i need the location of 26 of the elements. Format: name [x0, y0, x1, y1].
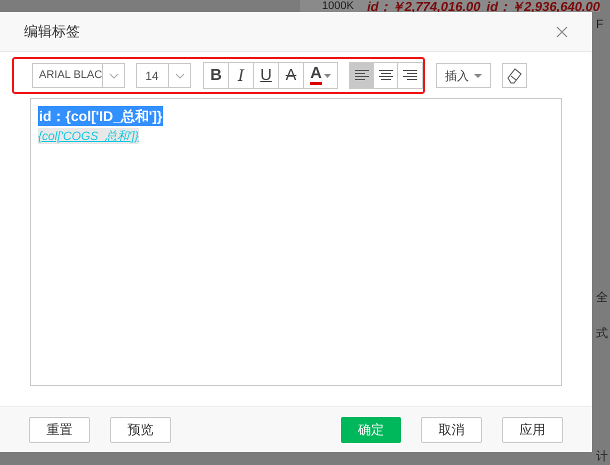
background-text: 计 — [596, 448, 609, 465]
dialog-button[interactable]: 应用 — [502, 416, 564, 442]
align-left-icon — [354, 70, 368, 81]
size-select[interactable]: 14 — [136, 63, 191, 88]
caret-icon — [474, 74, 482, 78]
caret-icon — [324, 74, 331, 78]
dialog-button[interactable]: 重置 — [29, 416, 90, 442]
field-link: {col['COGS_总和']} — [38, 128, 139, 144]
dialog-title: 编辑标签 — [24, 22, 80, 41]
clear-format-button[interactable] — [502, 63, 527, 88]
dialog-button[interactable]: 取消 — [421, 416, 482, 442]
axis-label: 1000K — [321, 0, 355, 12]
caret-icon — [174, 72, 184, 78]
background-text: 式 — [596, 325, 609, 342]
eraser-icon — [506, 67, 523, 84]
caret-icon — [108, 72, 119, 78]
background-text: F — [596, 16, 604, 33]
background-text: 全 — [596, 289, 609, 306]
align-center-icon — [378, 70, 392, 81]
selected-text: id：{col['ID_总和']} — [38, 106, 164, 126]
align-button[interactable] — [350, 63, 374, 88]
dialog-button[interactable]: 预览 — [110, 416, 171, 442]
align-right-icon — [403, 70, 417, 81]
close-icon[interactable] — [556, 26, 568, 38]
font-select[interactable]: ARIAL BLAC — [32, 63, 126, 88]
insert-select[interactable]: 插入 — [436, 63, 491, 88]
